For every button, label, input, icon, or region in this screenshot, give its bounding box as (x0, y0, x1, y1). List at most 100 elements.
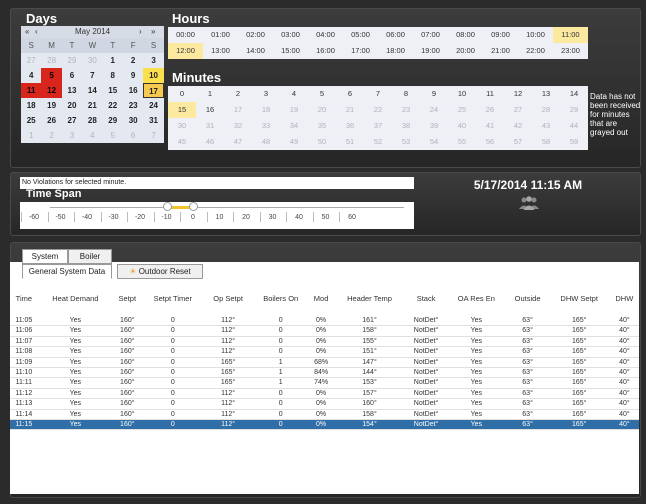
minute-cell[interactable]: 24 (420, 102, 448, 118)
minute-cell[interactable]: 34 (280, 118, 308, 134)
table-row[interactable]: 11:09 Yes 160° 0 165° 1 68% 147° NotDet° Yes 63° 16… (10, 357, 639, 368)
column-header[interactable]: Boilers On (252, 280, 309, 316)
minute-cell[interactable]: 55 (448, 134, 476, 150)
minute-cell[interactable]: 27 (504, 102, 532, 118)
hour-cell[interactable]: 11:00 (553, 27, 588, 43)
minute-cell[interactable]: 52 (364, 134, 392, 150)
table-row[interactable]: 11:11 Yes 160° 0 165° 1 74% 153° NotDet° Yes 63° 16… (10, 378, 639, 389)
timespan-end-handle[interactable] (189, 202, 198, 211)
calendar-day[interactable]: 18 (21, 98, 41, 113)
minute-cell[interactable]: 6 (336, 86, 364, 102)
calendar-day[interactable]: 16 (123, 83, 143, 98)
last-month-button[interactable]: » (151, 27, 155, 36)
minute-cell[interactable]: 13 (532, 86, 560, 102)
calendar-day[interactable]: 3 (143, 53, 163, 68)
table-row[interactable]: 11:07 Yes 160° 0 112° 0 0% 155° NotDet° Yes 63° 165… (10, 336, 639, 347)
tab-boiler[interactable]: Boiler (68, 249, 112, 264)
minute-cell[interactable]: 53 (392, 134, 420, 150)
calendar-day[interactable]: 21 (82, 98, 102, 113)
minute-cell[interactable]: 23 (392, 102, 420, 118)
hour-cell[interactable]: 14:00 (238, 43, 273, 59)
minute-cell[interactable]: 32 (224, 118, 252, 134)
hour-cell[interactable]: 09:00 (483, 27, 518, 43)
calendar-day[interactable]: 24 (143, 98, 163, 113)
calendar-day[interactable]: 2 (123, 53, 143, 68)
calendar-day[interactable]: 4 (21, 68, 41, 83)
minute-cell[interactable]: 21 (336, 102, 364, 118)
hour-cell[interactable]: 19:00 (413, 43, 448, 59)
minute-cell[interactable]: 12 (504, 86, 532, 102)
hour-cell[interactable]: 04:00 (308, 27, 343, 43)
calendar-day[interactable]: 29 (103, 113, 123, 128)
minute-cell[interactable]: 8 (392, 86, 420, 102)
column-header[interactable]: Time (10, 280, 38, 316)
calendar-day[interactable]: 22 (103, 98, 123, 113)
minute-cell[interactable]: 14 (560, 86, 588, 102)
table-row[interactable]: 11:13 Yes 160° 0 112° 0 0% 160° NotDet° Yes 63° 165… (10, 399, 639, 410)
tab-general-system-data[interactable]: General System Data (22, 264, 112, 279)
minute-cell[interactable]: 2 (224, 86, 252, 102)
column-header[interactable]: Stack (406, 280, 446, 316)
minute-cell[interactable]: 48 (252, 134, 280, 150)
minute-cell[interactable]: 18 (252, 102, 280, 118)
calendar-day[interactable]: 15 (103, 83, 123, 98)
minute-cell[interactable]: 56 (476, 134, 504, 150)
minute-cell[interactable]: 1 (196, 86, 224, 102)
minute-cell[interactable]: 41 (476, 118, 504, 134)
minute-cell[interactable]: 10 (448, 86, 476, 102)
minute-cell[interactable]: 19 (280, 102, 308, 118)
minute-cell[interactable]: 45 (168, 134, 196, 150)
minute-cell[interactable]: 0 (168, 86, 196, 102)
calendar-day[interactable]: 8 (103, 68, 123, 83)
table-row[interactable]: 11:06 Yes 160° 0 112° 0 0% 158° NotDet° Yes 63° 165… (10, 326, 639, 337)
hour-cell[interactable]: 22:00 (518, 43, 553, 59)
hour-cell[interactable]: 06:00 (378, 27, 413, 43)
hour-cell[interactable]: 08:00 (448, 27, 483, 43)
minute-cell[interactable]: 59 (560, 134, 588, 150)
calendar-day[interactable]: 4 (82, 128, 102, 143)
minute-cell[interactable]: 58 (532, 134, 560, 150)
calendar-day[interactable]: 1 (103, 53, 123, 68)
column-header[interactable]: Op Setpt (204, 280, 252, 316)
hour-cell[interactable]: 00:00 (168, 27, 203, 43)
column-header[interactable]: Setpt (113, 280, 142, 316)
minute-cell[interactable]: 30 (168, 118, 196, 134)
minute-cell[interactable]: 43 (532, 118, 560, 134)
minute-cell[interactable]: 40 (448, 118, 476, 134)
minute-cell[interactable]: 54 (420, 134, 448, 150)
calendar-day[interactable]: 23 (123, 98, 143, 113)
hour-cell[interactable]: 07:00 (413, 27, 448, 43)
hour-cell[interactable]: 21:00 (483, 43, 518, 59)
minute-cell[interactable]: 47 (224, 134, 252, 150)
minute-cell[interactable]: 35 (308, 118, 336, 134)
calendar-day[interactable]: 12 (41, 83, 62, 98)
column-header[interactable]: DHW (610, 280, 639, 316)
calendar-day[interactable]: 19 (41, 98, 61, 113)
calendar-day[interactable]: 27 (62, 113, 82, 128)
minute-cell[interactable]: 22 (364, 102, 392, 118)
calendar-day[interactable]: 30 (82, 53, 102, 68)
minute-cell[interactable]: 42 (504, 118, 532, 134)
calendar-day[interactable]: 17 (143, 83, 164, 98)
minute-cell[interactable]: 3 (252, 86, 280, 102)
hour-cell[interactable]: 15:00 (273, 43, 308, 59)
first-month-button[interactable]: « (25, 27, 29, 36)
column-header[interactable]: Setpt Timer (142, 280, 204, 316)
calendar-day[interactable]: 5 (41, 68, 62, 83)
calendar-day[interactable]: 29 (62, 53, 82, 68)
minute-cell[interactable]: 28 (532, 102, 560, 118)
table-row[interactable]: 11:05 Yes 160° 0 112° 0 0% 161° NotDet° Yes 63° 165… (10, 316, 639, 326)
minute-cell[interactable]: 5 (308, 86, 336, 102)
minute-cell[interactable]: 20 (308, 102, 336, 118)
minute-cell[interactable]: 29 (560, 102, 588, 118)
calendar-day[interactable]: 25 (21, 113, 41, 128)
calendar-day[interactable]: 5 (103, 128, 123, 143)
next-month-button[interactable]: › (139, 27, 142, 36)
calendar-day[interactable]: 2 (41, 128, 61, 143)
timespan-start-handle[interactable] (162, 202, 172, 211)
calendar-day[interactable]: 31 (143, 113, 163, 128)
calendar-day[interactable]: 6 (62, 68, 82, 83)
minute-cell[interactable]: 37 (364, 118, 392, 134)
minute-cell[interactable]: 25 (448, 102, 476, 118)
hour-cell[interactable]: 02:00 (238, 27, 273, 43)
